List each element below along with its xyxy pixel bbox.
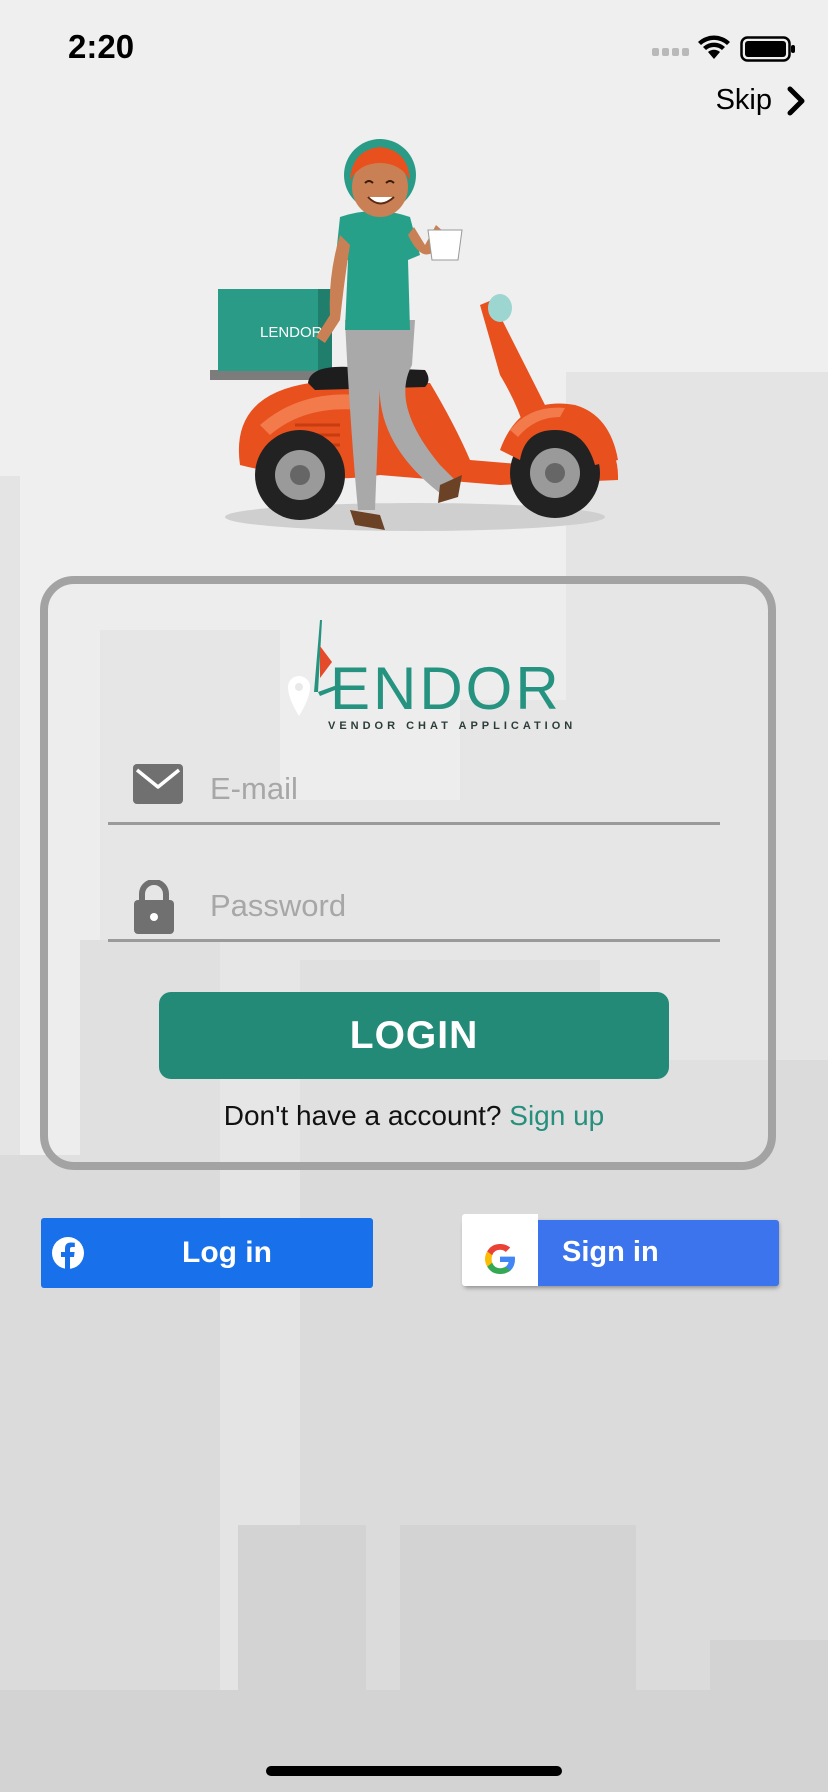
google-signin-label: Sign in bbox=[562, 1236, 659, 1268]
signup-prompt-line: Don't have a account? Sign up bbox=[0, 1100, 828, 1132]
google-signin-button[interactable]: Sign in bbox=[462, 1214, 779, 1286]
login-button[interactable]: LOGIN bbox=[159, 992, 669, 1079]
password-field[interactable] bbox=[108, 872, 720, 942]
wifi-icon bbox=[698, 35, 730, 59]
skip-button[interactable]: Skip bbox=[716, 84, 806, 117]
password-underline bbox=[108, 939, 720, 942]
chevron-right-icon bbox=[787, 86, 805, 115]
logo-tagline: VENDOR CHAT APPLICATION bbox=[328, 720, 577, 732]
battery-icon bbox=[740, 36, 795, 62]
signup-link[interactable]: Sign up bbox=[509, 1100, 604, 1131]
skip-label: Skip bbox=[715, 84, 772, 116]
email-input[interactable] bbox=[208, 763, 702, 815]
home-indicator bbox=[266, 1766, 562, 1776]
box-label: LENDOR bbox=[260, 324, 323, 341]
lock-icon bbox=[134, 880, 174, 934]
signup-prompt: Don't have a account? bbox=[223, 1100, 502, 1131]
facebook-login-label: Log in bbox=[182, 1236, 272, 1269]
email-underline bbox=[108, 822, 720, 825]
email-field[interactable] bbox=[108, 755, 720, 825]
status-time: 2:20 bbox=[68, 28, 135, 65]
logo-wordmark: ENDOR bbox=[330, 655, 562, 722]
google-icon bbox=[485, 1244, 515, 1274]
login-label: LOGIN bbox=[349, 1013, 479, 1057]
delivery-scooter-illustration: LENDOR bbox=[210, 139, 619, 531]
cellular-signal-icon bbox=[652, 48, 689, 56]
mail-icon bbox=[133, 764, 183, 804]
facebook-login-button[interactable]: Log in bbox=[41, 1218, 373, 1288]
password-input[interactable] bbox=[208, 880, 702, 932]
